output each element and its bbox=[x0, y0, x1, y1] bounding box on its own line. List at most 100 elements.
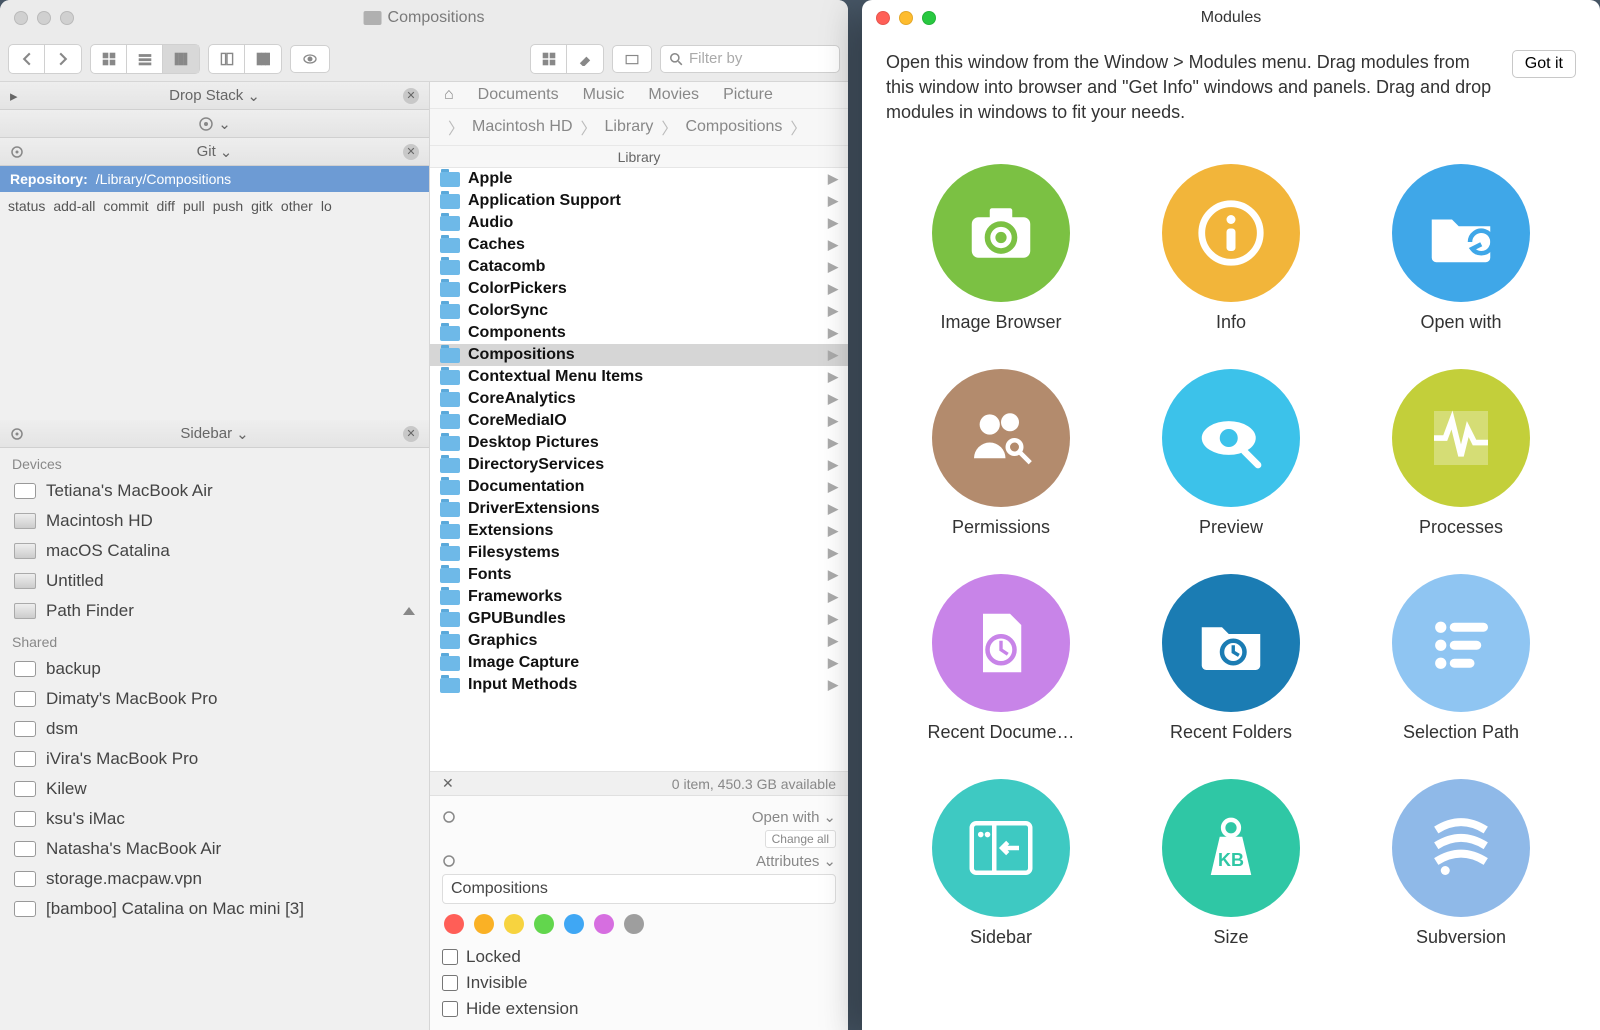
git-push[interactable]: push bbox=[213, 198, 243, 214]
folder-row[interactable]: Documentation▶ bbox=[430, 476, 848, 498]
zoom-icon[interactable] bbox=[60, 11, 74, 25]
sidebar-item[interactable]: Untitled bbox=[0, 566, 429, 596]
tag-color[interactable] bbox=[534, 914, 554, 934]
folder-row[interactable]: Contextual Menu Items▶ bbox=[430, 366, 848, 388]
crumb-volume[interactable]: Macintosh HD bbox=[472, 118, 572, 136]
folder-row[interactable]: Catacomb▶ bbox=[430, 256, 848, 278]
cancel-icon[interactable]: ✕ bbox=[442, 775, 454, 792]
folder-row[interactable]: Compositions▶ bbox=[430, 344, 848, 366]
back-button[interactable] bbox=[9, 45, 45, 73]
home-icon[interactable]: ⌂ bbox=[444, 86, 454, 104]
folder-row[interactable]: Caches▶ bbox=[430, 234, 848, 256]
view-column-button[interactable] bbox=[163, 45, 199, 73]
path-bar[interactable]: Macintosh HD Library Compositions bbox=[430, 109, 848, 146]
git-header[interactable]: Git ⌄ ✕ bbox=[0, 138, 429, 166]
folder-row[interactable]: DriverExtensions▶ bbox=[430, 498, 848, 520]
attributes-header[interactable]: Attributes ⌄ bbox=[442, 848, 836, 874]
crumb-current[interactable]: Compositions bbox=[685, 118, 782, 136]
folder-row[interactable]: Filesystems▶ bbox=[430, 542, 848, 564]
module-tile-selection-path[interactable]: Selection Path bbox=[1358, 574, 1564, 743]
folder-row[interactable]: Apple▶ bbox=[430, 168, 848, 190]
module-tile-preview[interactable]: Preview bbox=[1128, 369, 1334, 538]
git-add-all[interactable]: add-all bbox=[53, 198, 95, 214]
git-commit[interactable]: commit bbox=[103, 198, 148, 214]
sidebar-item[interactable]: Tetiana's MacBook Air bbox=[0, 476, 429, 506]
sidebar-item[interactable]: [bamboo] Catalina on Mac mini [3] bbox=[0, 894, 429, 924]
crumb-library[interactable]: Library bbox=[605, 118, 654, 136]
tab-music[interactable]: Music bbox=[583, 86, 625, 104]
close-panel-icon[interactable]: ✕ bbox=[403, 144, 419, 160]
folder-row[interactable]: Frameworks▶ bbox=[430, 586, 848, 608]
module-tile-image-browser[interactable]: Image Browser bbox=[898, 164, 1104, 333]
git-diff[interactable]: diff bbox=[157, 198, 175, 214]
zoom-icon[interactable] bbox=[922, 11, 936, 25]
folder-row[interactable]: Audio▶ bbox=[430, 212, 848, 234]
git-pull[interactable]: pull bbox=[183, 198, 205, 214]
minimize-icon[interactable] bbox=[37, 11, 51, 25]
modules-titlebar[interactable]: Modules bbox=[862, 0, 1600, 36]
sidebar-item[interactable]: Kilew bbox=[0, 774, 429, 804]
view-list-button[interactable] bbox=[127, 45, 163, 73]
close-panel-icon[interactable]: ✕ bbox=[403, 88, 419, 104]
git-other[interactable]: other bbox=[281, 198, 313, 214]
git-status[interactable]: status bbox=[8, 198, 45, 214]
folder-row[interactable]: GPUBundles▶ bbox=[430, 608, 848, 630]
drop-stack-header[interactable]: ▸ Drop Stack ⌄ ✕ bbox=[0, 82, 429, 110]
folder-row[interactable]: DirectoryServices▶ bbox=[430, 454, 848, 476]
folder-row[interactable]: Desktop Pictures▶ bbox=[430, 432, 848, 454]
module-tile-recent-folders[interactable]: Recent Folders bbox=[1128, 574, 1334, 743]
open-with-header[interactable]: Open with ⌄ bbox=[442, 804, 836, 830]
git-gitk[interactable]: gitk bbox=[251, 198, 273, 214]
module-tile-recent-docume-[interactable]: Recent Docume… bbox=[898, 574, 1104, 743]
sidebar-item[interactable]: Path Finder bbox=[0, 596, 429, 626]
sidebar-item[interactable]: Dimaty's MacBook Pro bbox=[0, 684, 429, 714]
expand-icon[interactable]: ▸ bbox=[10, 87, 18, 105]
folder-row[interactable]: ColorSync▶ bbox=[430, 300, 848, 322]
sidebar-item[interactable]: ksu's iMac bbox=[0, 804, 429, 834]
file-list[interactable]: Apple▶Application Support▶Audio▶Caches▶C… bbox=[430, 168, 848, 771]
tag-color[interactable] bbox=[444, 914, 464, 934]
sidebar-item[interactable]: Natasha's MacBook Air bbox=[0, 834, 429, 864]
arrange1-button[interactable] bbox=[209, 45, 245, 73]
module-tile-sidebar[interactable]: Sidebar bbox=[898, 779, 1104, 948]
close-panel-icon[interactable]: ✕ bbox=[403, 426, 419, 442]
tab-pictures[interactable]: Picture bbox=[723, 86, 773, 104]
folder-row[interactable]: Input Methods▶ bbox=[430, 674, 848, 696]
tag-color[interactable] bbox=[624, 914, 644, 934]
folder-row[interactable]: Image Capture▶ bbox=[430, 652, 848, 674]
invisible-checkbox[interactable]: Invisible bbox=[442, 970, 836, 996]
quicklook-button[interactable] bbox=[290, 45, 330, 73]
folder-row[interactable]: CoreMediaIO▶ bbox=[430, 410, 848, 432]
change-all-button[interactable]: Change all bbox=[765, 830, 836, 848]
arrange2-button[interactable] bbox=[245, 45, 281, 73]
tag-color[interactable] bbox=[594, 914, 614, 934]
sidebar-item[interactable]: dsm bbox=[0, 714, 429, 744]
locked-checkbox[interactable]: Locked bbox=[442, 944, 836, 970]
folder-row[interactable]: Application Support▶ bbox=[430, 190, 848, 212]
close-icon[interactable] bbox=[14, 11, 28, 25]
sidebar-item[interactable]: macOS Catalina bbox=[0, 536, 429, 566]
view-icon-button[interactable] bbox=[91, 45, 127, 73]
module-tile-subversion[interactable]: Subversion bbox=[1358, 779, 1564, 948]
gear-icon[interactable] bbox=[442, 810, 456, 824]
folder-row[interactable]: Graphics▶ bbox=[430, 630, 848, 652]
tab-documents[interactable]: Documents bbox=[478, 86, 559, 104]
tag-color[interactable] bbox=[474, 914, 494, 934]
folder-row[interactable]: ColorPickers▶ bbox=[430, 278, 848, 300]
sidebar-item[interactable]: Macintosh HD bbox=[0, 506, 429, 536]
search-field[interactable]: Filter by bbox=[660, 45, 840, 73]
got-it-button[interactable]: Got it bbox=[1512, 50, 1576, 78]
folder-row[interactable]: Extensions▶ bbox=[430, 520, 848, 542]
drop-stack-sub[interactable]: ⌄ bbox=[0, 110, 429, 138]
close-icon[interactable] bbox=[876, 11, 890, 25]
sidebar-header[interactable]: Sidebar ⌄ ✕ bbox=[0, 420, 429, 448]
finder-titlebar[interactable]: Compositions bbox=[0, 0, 848, 36]
git-lo[interactable]: lo bbox=[321, 198, 332, 214]
module-tile-size[interactable]: KBSize bbox=[1128, 779, 1334, 948]
sidebar-item[interactable]: storage.macpaw.vpn bbox=[0, 864, 429, 894]
tools-button[interactable] bbox=[567, 45, 603, 73]
gear-icon[interactable] bbox=[442, 854, 456, 868]
hide-ext-checkbox[interactable]: Hide extension bbox=[442, 996, 836, 1022]
tag-color[interactable] bbox=[564, 914, 584, 934]
module-tile-processes[interactable]: Processes bbox=[1358, 369, 1564, 538]
